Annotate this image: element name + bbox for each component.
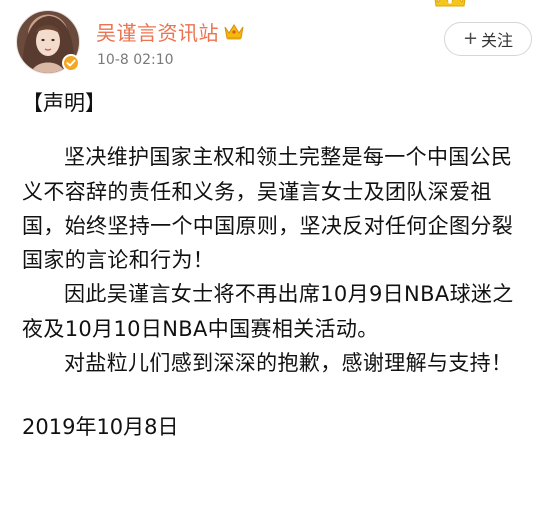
author-name[interactable]: 吴谨言资讯站 — [96, 17, 219, 46]
crown-icon — [224, 24, 244, 40]
author-row: 吴谨言资讯站 — [96, 17, 245, 45]
follow-label: 关注 — [481, 31, 514, 50]
statement-paragraph-2: 因此吴谨言女士将不再出席10月9日NBA球迷之夜及10月10日NBA中国赛相关活… — [22, 282, 514, 341]
statement-title: 【声明】 — [22, 91, 106, 115]
statement-paragraph-1: 坚决维护国家主权和领土完整是每一个中国公民义不容辞的责任和义务，吴谨言女士及团队… — [22, 145, 514, 273]
post-content: 【声明】 坚决维护国家主权和领土完整是每一个中国公民义不容辞的责任和义务，吴谨言… — [22, 86, 530, 445]
statement-paragraph-3: 对盐粒儿们感到深深的抱歉，感谢理解与支持！ — [64, 351, 513, 376]
plus-icon: + — [462, 28, 479, 49]
verified-badge-icon — [62, 54, 80, 72]
crown-decor-icon — [434, 0, 466, 7]
statement-date: 2019年10月8日 — [22, 415, 179, 440]
post-header: 吴谨言资讯站 10-8 02:10 + 关注 — [0, 0, 550, 82]
follow-button[interactable]: + 关注 — [444, 22, 532, 56]
avatar-wrap[interactable] — [16, 10, 80, 74]
post-timestamp: 10-8 02:10 — [97, 52, 174, 68]
